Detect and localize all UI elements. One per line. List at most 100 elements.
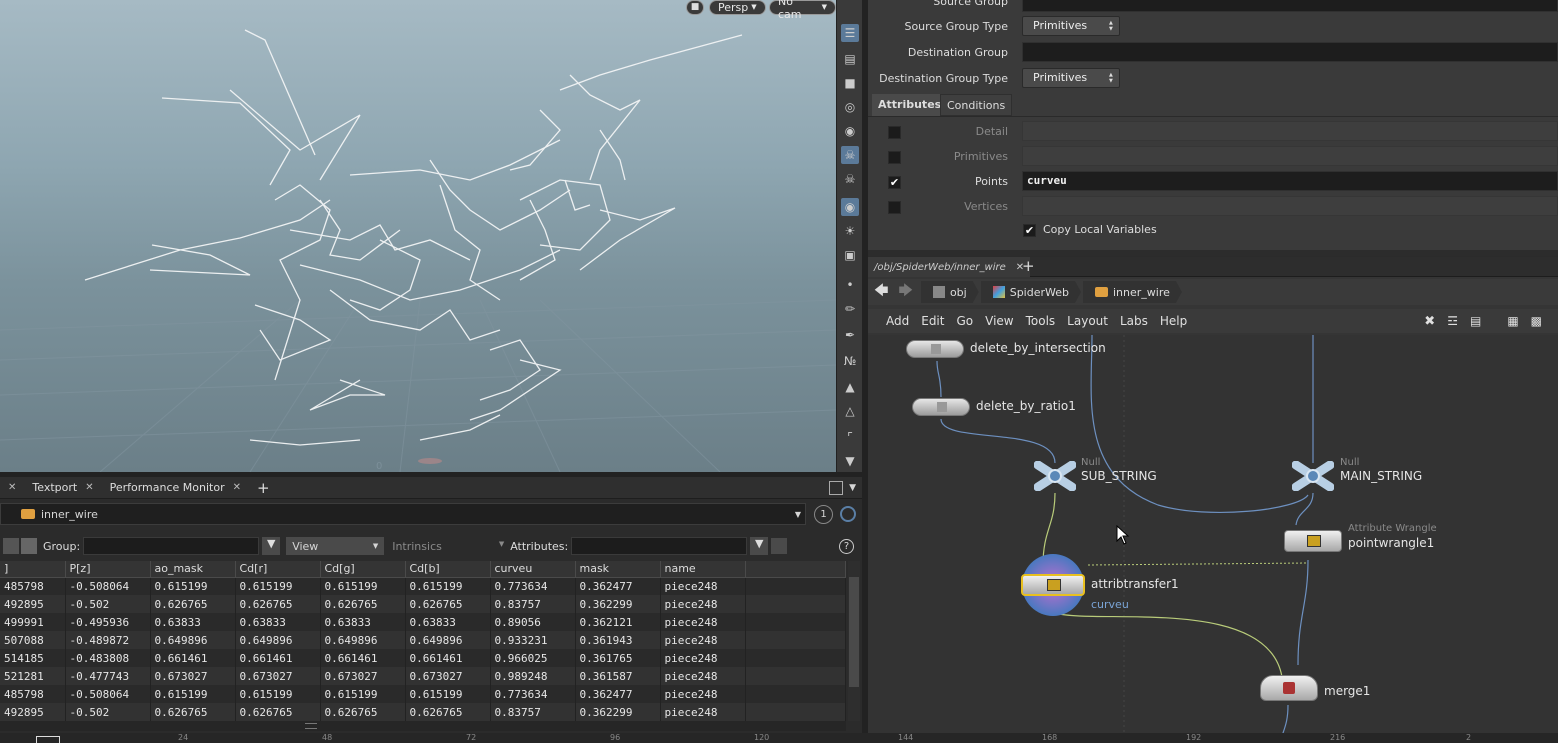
points-input[interactable]: curveu — [1022, 171, 1558, 191]
menu-go[interactable]: Go — [950, 314, 979, 328]
table-row[interactable]: 485798 -0.508064 0.615199 0.615199 0.615199 0… — [0, 685, 846, 703]
table-row[interactable]: 507088 -0.489872 0.649896 0.649896 0.649896 0… — [0, 631, 846, 649]
node-path-bar[interactable]: inner_wire ▼ — [0, 503, 806, 525]
copy-local-checkbox[interactable]: ✔ — [1023, 224, 1036, 237]
column-header[interactable]: mask — [575, 561, 661, 578]
menu-edit[interactable]: Edit — [915, 314, 950, 328]
intrinsics-menu[interactable]: Intrinsics ▼ — [392, 540, 504, 553]
spreadsheet-table-wrap[interactable]: ] P[z] ao_mask Cd[r] Cd[g] Cd[b] curveu … — [0, 561, 846, 721]
attributes-input[interactable] — [571, 537, 748, 555]
column-header[interactable]: Cd[r] — [235, 561, 321, 578]
table-row[interactable]: 499991 -0.495936 0.63833 0.63833 0.63833 0.63… — [0, 613, 846, 631]
close-icon[interactable]: ✕ — [85, 482, 93, 493]
node-delete-by-ratio1[interactable] — [912, 398, 970, 416]
ghost-icon[interactable]: ◎ — [841, 98, 859, 116]
menu-add[interactable]: Add — [880, 314, 915, 328]
dot-icon[interactable]: • — [841, 276, 859, 294]
export-icon[interactable] — [771, 538, 788, 554]
column-header[interactable]: P[z] — [65, 561, 151, 578]
point-numbers-icon[interactable]: № — [841, 352, 859, 370]
maximize-icon[interactable] — [829, 480, 844, 495]
render-region-icon[interactable]: ▣ — [841, 246, 859, 264]
source-group-type-select[interactable]: Primitives — [1022, 16, 1120, 36]
destination-group-input[interactable] — [1022, 42, 1558, 62]
brush-icon[interactable]: ✏ — [841, 300, 859, 318]
detail-input[interactable] — [1022, 121, 1558, 141]
group-input[interactable] — [83, 537, 260, 555]
node-main-string[interactable] — [1291, 460, 1335, 492]
scrollbar-thumb[interactable] — [849, 577, 859, 687]
menu-labs[interactable]: Labs — [1114, 314, 1154, 328]
source-group-input[interactable] — [1022, 0, 1558, 12]
node-delete-by-intersection[interactable] — [906, 340, 964, 358]
camera-menu[interactable]: No cam ▼ — [769, 0, 836, 21]
points-checkbox[interactable]: ✔ — [888, 176, 901, 189]
node-merge1[interactable] — [1260, 675, 1318, 701]
camera-view-icon[interactable]: ◉ — [841, 198, 859, 216]
guide-icon[interactable]: ⌜ — [841, 428, 859, 446]
menu-help[interactable]: Help — [1154, 314, 1193, 328]
pane-divider[interactable] — [0, 472, 862, 477]
timeline[interactable]: 24 48 72 96 120 144 168 192 216 2 — [0, 733, 1558, 743]
table-row[interactable]: 514185 -0.483808 0.661461 0.661461 0.661461 0… — [0, 649, 846, 667]
close-icon[interactable]: ✕ — [8, 482, 16, 493]
node-attribtransfer1[interactable] — [1021, 574, 1085, 596]
detail-checkbox[interactable] — [888, 126, 901, 139]
skull-icon[interactable]: ☠ — [841, 146, 859, 164]
paint-icon[interactable]: ▲ — [841, 378, 859, 396]
primitives-checkbox[interactable] — [888, 151, 901, 164]
vertical-scrollbar[interactable] — [848, 561, 860, 721]
node-pointwrangle1[interactable] — [1284, 530, 1342, 552]
forward-icon[interactable]: 🡆 — [898, 280, 912, 304]
add-tab-icon[interactable]: + — [1022, 257, 1035, 275]
params-resize-handle[interactable] — [868, 250, 1558, 256]
attribute-class-icon[interactable] — [21, 538, 37, 554]
destination-group-type-select[interactable]: Primitives — [1022, 68, 1120, 88]
prim-numbers-icon[interactable]: △ — [841, 402, 859, 420]
grid-icon[interactable]: ▦ — [1501, 314, 1524, 328]
tools-icon[interactable]: ✖ — [1418, 314, 1441, 329]
persp-menu[interactable]: Persp ▼ — [709, 0, 766, 15]
scene-viewport[interactable]: 0 ■ Persp ▼ No cam ▼ — [0, 0, 836, 472]
light-icon[interactable]: ☀ — [841, 222, 859, 240]
lock-icon[interactable]: ■ — [686, 0, 704, 15]
view-menu[interactable]: View ▼ — [286, 537, 385, 555]
shading-icon[interactable]: ◉ — [841, 122, 859, 140]
expand-icon[interactable]: ▼ — [841, 452, 859, 470]
breadcrumb-spiderweb[interactable]: SpiderWeb — [981, 281, 1081, 303]
tab-close-left[interactable]: ✕ — [0, 477, 24, 499]
table-row[interactable]: 485798 -0.508064 0.615199 0.615199 0.615199 0… — [0, 577, 846, 595]
table-row[interactable]: 492895 -0.502 0.626765 0.626765 0.626765 0.62… — [0, 703, 846, 721]
filter-icon[interactable]: ▼ — [262, 537, 281, 555]
back-icon[interactable]: 🡄 — [874, 280, 888, 304]
menu-tools[interactable]: Tools — [1020, 314, 1062, 328]
pane-menu-icon[interactable]: ▼ — [849, 481, 856, 495]
tab-conditions[interactable]: Conditions — [940, 94, 1013, 116]
frame-index[interactable]: 1 — [814, 505, 833, 524]
geometry-type-icon[interactable] — [3, 538, 19, 554]
tab-network-path[interactable]: /obj/SpiderWeb/inner_wire ✕ — [868, 257, 1031, 277]
node-sub-string[interactable] — [1033, 460, 1077, 492]
display-options-icon[interactable]: ☰ — [841, 24, 859, 42]
column-header[interactable]: ao_mask — [150, 561, 236, 578]
tree-icon[interactable]: ☲ — [1441, 314, 1464, 328]
vertices-input[interactable] — [1022, 196, 1558, 216]
table-row[interactable]: 492895 -0.502 0.626765 0.626765 0.626765 0.62… — [0, 595, 846, 613]
node-graph[interactable]: delete_by_intersection delete_by_ratio1 … — [868, 335, 1558, 743]
snap-icon[interactable]: ▤ — [841, 50, 859, 68]
pin-icon[interactable] — [840, 506, 856, 522]
menu-layout[interactable]: Layout — [1061, 314, 1114, 328]
tab-textport[interactable]: Textport ✕ — [24, 477, 101, 499]
scroll-grip-icon[interactable] — [305, 723, 317, 729]
breadcrumb-inner-wire[interactable]: inner_wire — [1083, 281, 1182, 303]
column-header[interactable]: ] — [0, 561, 66, 578]
vertices-checkbox[interactable] — [888, 201, 901, 214]
horizontal-scrollbar[interactable] — [0, 721, 846, 731]
column-header[interactable]: curveu — [490, 561, 576, 578]
chevron-down-icon[interactable]: ▼ — [795, 510, 801, 519]
tab-performance-monitor[interactable]: Performance Monitor ✕ — [102, 477, 249, 499]
table-row[interactable]: 521281 -0.477743 0.673027 0.673027 0.673027 0… — [0, 667, 846, 685]
pen-icon[interactable]: ✒ — [841, 326, 859, 344]
column-header[interactable]: Cd[b] — [405, 561, 491, 578]
close-icon[interactable]: ✕ — [233, 482, 241, 493]
